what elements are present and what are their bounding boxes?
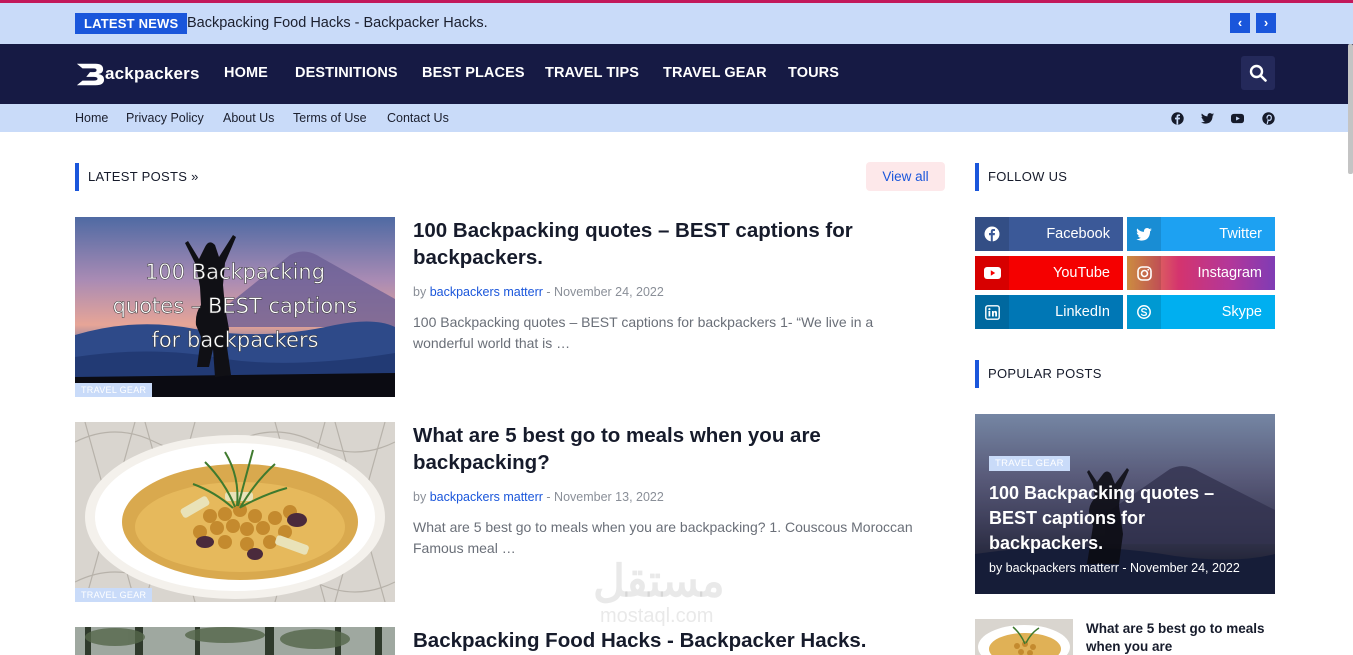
post-date: - November 13, 2022 — [546, 490, 664, 504]
latest-news-label: LATEST NEWS — [75, 13, 188, 34]
nav-best-places[interactable]: BEST PLACES — [422, 65, 525, 81]
post-thumbnail[interactable]: TRAVEL GEAR — [75, 422, 395, 602]
image-caption-line-2: quotes – BEST captions — [113, 294, 358, 318]
facebook-label: Facebook — [1046, 226, 1110, 242]
chevron-right-icon[interactable]: › — [1256, 13, 1276, 33]
post-title[interactable]: Backpacking Food Hacks - Backpacker Hack… — [413, 627, 913, 654]
view-all-button[interactable]: View all — [866, 162, 945, 191]
image-caption-line-3: for backpackers — [151, 328, 318, 352]
forest-image — [75, 627, 395, 655]
linkedin-icon — [975, 295, 1009, 329]
instagram-label: Instagram — [1197, 265, 1262, 281]
post-excerpt: 100 Backpacking quotes – BEST captions f… — [413, 314, 874, 351]
nav-travel-tips[interactable]: TRAVEL TIPS — [545, 65, 639, 81]
youtube-button[interactable]: YouTube — [975, 256, 1123, 290]
category-tag[interactable]: TRAVEL GEAR — [75, 383, 153, 397]
page-scrollbar[interactable] — [1348, 44, 1353, 174]
popular-post-featured[interactable]: TRAVEL GEAR 100 Backpacking quotes – BES… — [975, 414, 1275, 594]
linkedin-label: LinkedIn — [1055, 304, 1110, 320]
category-tag[interactable]: TRAVEL GEAR — [75, 588, 153, 602]
popular-post-meta: by backpackers matterr - November 24, 20… — [989, 561, 1240, 575]
skype-icon — [1127, 295, 1161, 329]
post-title[interactable]: 100 Backpacking quotes – BEST captions f… — [413, 217, 913, 271]
twitter-icon — [1127, 217, 1161, 251]
post-meta: by backpackers matterr - November 24, 20… — [413, 285, 664, 299]
post-meta: by backpackers matterr - November 13, 20… — [413, 490, 664, 504]
logo-text: ackpackers — [105, 64, 200, 83]
twitter-button[interactable]: Twitter — [1127, 217, 1275, 251]
pinterest-icon[interactable] — [1262, 112, 1275, 125]
watermark: مستقل — [593, 557, 725, 606]
couscous-thumb-image — [975, 619, 1073, 655]
secondary-navigation: Home Privacy Policy About Us Terms of Us… — [0, 104, 1353, 132]
search-button[interactable] — [1241, 56, 1275, 90]
news-ticker-headline[interactable]: Backpacking Food Hacks - Backpacker Hack… — [187, 15, 488, 31]
post-thumbnail[interactable] — [75, 627, 395, 655]
facebook-icon[interactable] — [1171, 112, 1184, 125]
post-date: - November 24, 2022 — [546, 285, 664, 299]
search-icon — [1249, 64, 1267, 82]
subnav-privacy-policy[interactable]: Privacy Policy — [126, 111, 204, 125]
skype-label: Skype — [1221, 304, 1262, 320]
youtube-label: YouTube — [1053, 265, 1110, 281]
nav-home[interactable]: HOME — [224, 65, 268, 81]
popular-post-thumbnail[interactable] — [975, 619, 1073, 655]
linkedin-button[interactable]: LinkedIn — [975, 295, 1123, 329]
follow-us-heading: FOLLOW US — [975, 163, 1067, 191]
subnav-terms-of-use[interactable]: Terms of Use — [293, 111, 367, 125]
skype-button[interactable]: Skype — [1127, 295, 1275, 329]
popular-post-title[interactable]: 100 Backpacking quotes – BEST captions f… — [989, 481, 1259, 556]
breaking-news-bar: LATEST NEWS Backpacking Food Hacks - Bac… — [0, 0, 1353, 44]
youtube-icon[interactable] — [1231, 112, 1244, 125]
chevron-left-icon[interactable]: ‹ — [1230, 13, 1250, 33]
post-meta-by: by — [413, 490, 427, 504]
post-thumbnail[interactable]: 100 Backpacking quotes – BEST captions f… — [75, 217, 395, 397]
nav-tours[interactable]: TOURS — [788, 65, 839, 81]
nav-destinitions[interactable]: DESTINITIONS — [295, 65, 398, 81]
subnav-home[interactable]: Home — [75, 111, 108, 125]
subnav-contact-us[interactable]: Contact Us — [387, 111, 449, 125]
instagram-icon — [1127, 256, 1161, 290]
main-navigation: ackpackers HOME DESTINITIONS BEST PLACES… — [0, 44, 1353, 104]
watermark-url: mostaql.com — [600, 605, 714, 627]
facebook-icon — [975, 217, 1009, 251]
logo-icon — [76, 63, 105, 86]
site-logo[interactable]: ackpackers — [75, 59, 200, 89]
youtube-icon — [975, 256, 1009, 290]
post-meta-by: by — [413, 285, 427, 299]
subnav-about-us[interactable]: About Us — [223, 111, 274, 125]
post-excerpt: What are 5 best go to meals when you are… — [413, 519, 913, 556]
nav-travel-gear[interactable]: TRAVEL GEAR — [663, 65, 767, 81]
twitter-icon[interactable] — [1201, 112, 1214, 125]
mountain-sunset-image: 100 Backpacking quotes – BEST captions f… — [75, 217, 395, 397]
post-title[interactable]: What are 5 best go to meals when you are… — [413, 422, 913, 476]
popular-post-tag[interactable]: TRAVEL GEAR — [989, 456, 1070, 471]
popular-posts-heading: POPULAR POSTS — [975, 360, 1102, 388]
post-author[interactable]: backpackers matterr — [430, 490, 543, 504]
post-author[interactable]: backpackers matterr — [430, 285, 543, 299]
facebook-button[interactable]: Facebook — [975, 217, 1123, 251]
image-caption-line-1: 100 Backpacking — [145, 260, 325, 284]
popular-post-small-title[interactable]: What are 5 best go to meals when you are — [1086, 620, 1266, 655]
latest-posts-heading: LATEST POSTS » — [75, 163, 199, 191]
instagram-button[interactable]: Instagram — [1127, 256, 1275, 290]
twitter-label: Twitter — [1219, 226, 1262, 242]
couscous-dish-image — [75, 422, 395, 602]
